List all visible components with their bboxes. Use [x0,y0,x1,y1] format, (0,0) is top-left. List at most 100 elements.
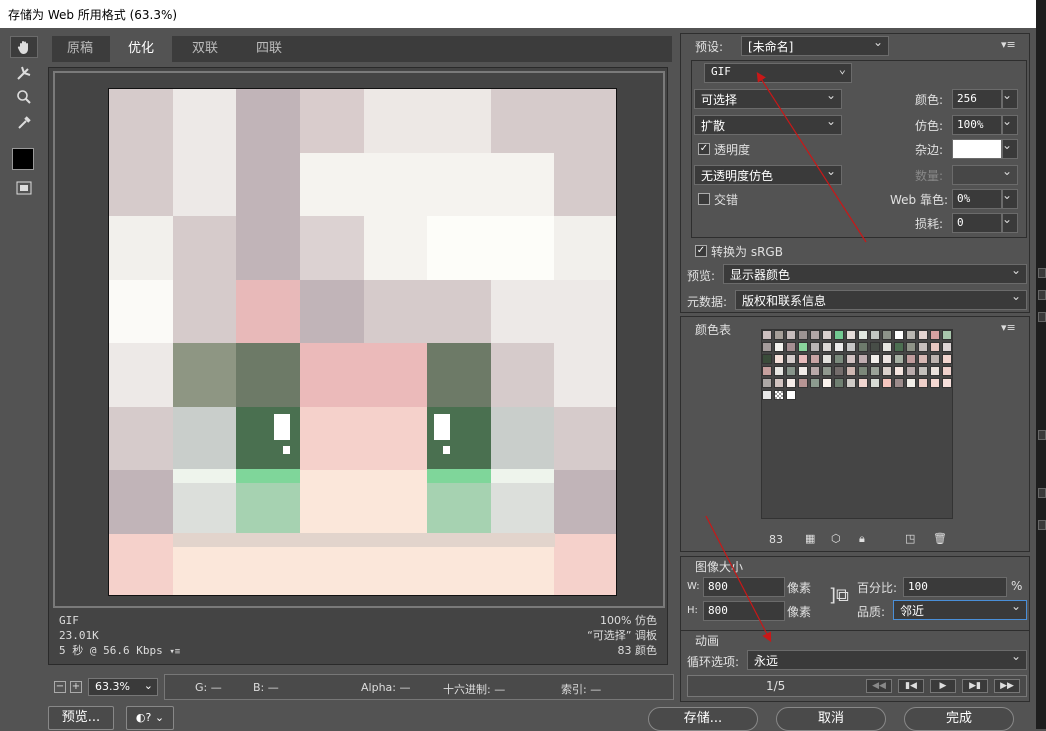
palette-color[interactable] [798,342,808,352]
palette-color[interactable] [906,354,916,364]
palette-color[interactable] [846,342,856,352]
palette-color[interactable] [822,342,832,352]
palette-color[interactable] [942,366,952,376]
hand-icon[interactable] [10,36,38,58]
zoom-in-icon[interactable]: + [70,681,82,693]
matte-dropdown[interactable] [1002,138,1018,159]
palette-color[interactable] [942,378,952,388]
preset-dropdown[interactable]: [未命名] [741,35,889,56]
palette-color[interactable] [774,378,784,388]
palette-color[interactable] [774,342,784,352]
done-button[interactable]: 完成 [904,707,1014,731]
save-button[interactable]: 存储... [648,707,758,731]
palette-color[interactable] [822,366,832,376]
palette-color[interactable] [786,354,796,364]
color-table-menu-icon[interactable]: ▾≡ [1001,321,1016,334]
palette-color[interactable] [762,354,772,364]
websnap-input[interactable]: 0% [952,189,1002,209]
palette-color[interactable] [834,330,844,340]
palette-color[interactable] [786,390,796,400]
palette-color[interactable] [786,330,796,340]
palette-color[interactable] [774,354,784,364]
prev-frame-icon[interactable]: ▮◀ [898,679,924,693]
palette-color[interactable] [762,342,772,352]
palette-color[interactable] [810,366,820,376]
palette-color[interactable] [810,378,820,388]
palette-color[interactable] [834,378,844,388]
format-dropdown[interactable]: GIF [704,62,852,83]
preview-dropdown[interactable]: 显示器颜色 [723,263,1027,284]
eyedropper-icon[interactable] [10,112,38,134]
palette-color[interactable] [846,354,856,364]
dither-dropdown[interactable] [1002,114,1018,135]
tab-4up[interactable]: 四联 [238,36,300,62]
palette-color[interactable] [942,330,952,340]
percent-input[interactable]: 100 [903,577,1007,597]
palette-color[interactable] [858,366,868,376]
palette-color[interactable] [774,366,784,376]
zoom-icon[interactable] [10,86,38,108]
palette-color[interactable] [882,342,892,352]
palette-color[interactable] [774,390,784,400]
palette-color[interactable] [894,378,904,388]
palette-color[interactable] [762,330,772,340]
palette-color[interactable] [798,330,808,340]
palette-color[interactable] [786,378,796,388]
constrain-proportions-icon[interactable]: ]⧉ [829,585,849,606]
tab-optimized[interactable]: 优化 [110,36,172,62]
lock-icon[interactable]: 🔒︎ [859,532,865,546]
palette-color[interactable] [858,342,868,352]
eyedropper-color-swatch[interactable] [12,148,34,170]
loop-dropdown[interactable]: 永远 [747,649,1027,670]
quality-dropdown[interactable]: 邻近 [893,599,1027,620]
srgb-checkbox[interactable]: ✓ [695,245,707,257]
palette-color[interactable] [846,330,856,340]
tab-original[interactable]: 原稿 [52,36,108,62]
colors-input[interactable]: 256 [952,89,1002,109]
dither-method-dropdown[interactable]: 扩散 [694,114,842,135]
palette-color[interactable] [810,354,820,364]
palette-color[interactable] [858,354,868,364]
play-icon[interactable]: ▶ [930,679,956,693]
palette-color[interactable] [798,378,808,388]
tab-2up[interactable]: 双联 [174,36,236,62]
palette-color[interactable] [882,354,892,364]
first-frame-icon[interactable]: ◀◀ [866,679,892,693]
lossy-input[interactable]: 0 [952,213,1002,233]
preview-button[interactable]: 预览... [48,706,114,730]
palette-color[interactable] [786,342,796,352]
palette-color[interactable] [894,342,904,352]
image-canvas[interactable] [53,71,665,608]
palette-color[interactable] [798,366,808,376]
palette-color[interactable] [930,342,940,352]
palette-color[interactable] [870,342,880,352]
palette-color[interactable] [882,330,892,340]
palette-color[interactable] [942,354,952,364]
zoom-out-icon[interactable]: − [54,681,66,693]
palette-color[interactable] [882,366,892,376]
palette-color[interactable] [870,354,880,364]
color-table-grid[interactable] [761,329,953,519]
palette-color[interactable] [894,330,904,340]
web-shift-icon[interactable]: ⬡ [831,532,841,545]
interlaced-checkbox[interactable] [698,193,710,205]
palette-color[interactable] [906,342,916,352]
last-frame-icon[interactable]: ▶▶ [994,679,1020,693]
panel-menu-icon[interactable]: ▾≡ [1001,38,1016,51]
palette-color[interactable] [834,366,844,376]
slice-select-icon[interactable] [10,62,38,84]
browser-preview-button[interactable]: ◐? ⌄ [126,706,174,730]
palette-color[interactable] [774,330,784,340]
cancel-button[interactable]: 取消 [776,707,886,731]
toggle-slices-icon[interactable] [10,177,38,199]
width-input[interactable]: 800 [703,577,785,597]
trash-icon[interactable]: 🗑︎ [933,532,947,545]
palette-color[interactable] [906,366,916,376]
palette-color[interactable] [786,366,796,376]
palette-color[interactable] [858,378,868,388]
palette-color[interactable] [762,378,772,388]
new-color-icon[interactable]: ◳ [905,532,915,545]
palette-color[interactable] [906,378,916,388]
palette-color[interactable] [918,342,928,352]
palette-color[interactable] [918,366,928,376]
